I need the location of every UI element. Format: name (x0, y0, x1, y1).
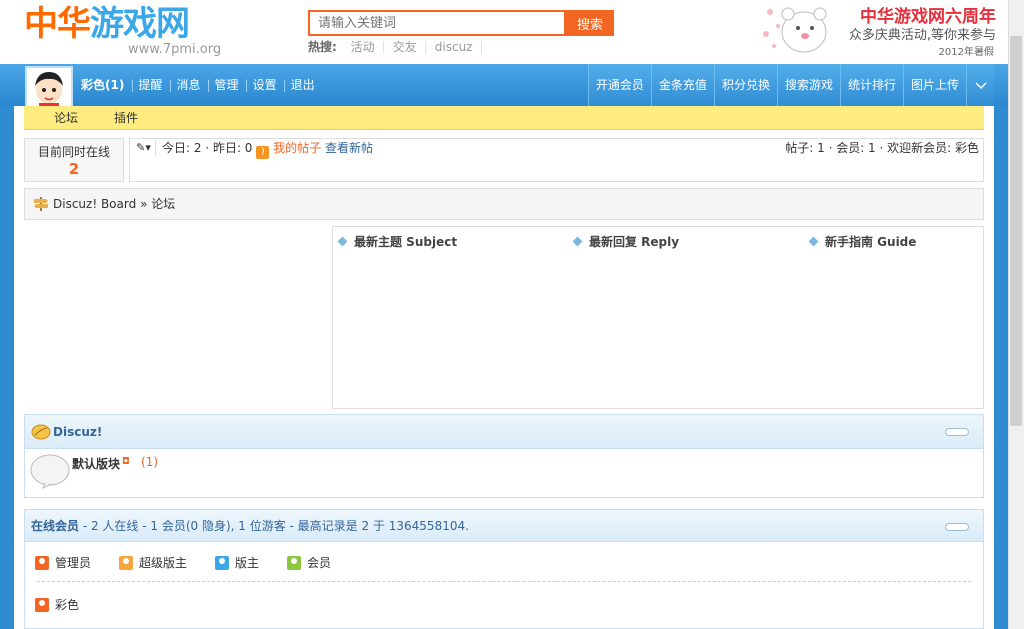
stats-today: 今日: 2 (162, 141, 202, 155)
stats-bar: ✎▾ 今日: 2 · 昨日: 0 ) 我的帖子 查看新帖 帖子: 1 · 会员:… (129, 138, 984, 182)
site-logo[interactable]: 中华游戏网 www.7pmi.org (24, 4, 221, 57)
rss-icon[interactable]: ) (256, 146, 270, 159)
logo-domain: www.7pmi.org (128, 42, 222, 57)
nav-recharge[interactable]: 金条充值 (650, 64, 714, 106)
online-members: 在线会员 - 2 人在线 - 1 会员(0 隐身), 1 位游客 - 最高记录是… (24, 509, 984, 629)
user-menu: 彩色(1) | 提醒 | 消息 | 管理 | 设置 | 退出 (81, 78, 315, 92)
user-icon (287, 555, 302, 570)
logo-part2: 游戏网 (90, 4, 190, 44)
user-icon (35, 597, 49, 612)
nav-links: 开通会员 金条充值 积分兑换 搜索游戏 统计排行 图片上传 (587, 64, 994, 106)
stats-right: 帖子: 1 · 会员: 1 · 欢迎新会员: 彩色 (785, 141, 979, 155)
legend-member: 会员 (287, 554, 331, 571)
site-header: 中华游戏网 www.7pmi.org 搜索 热搜: 活动|交友|discuz| … (0, 0, 1008, 64)
logo-part1: 中华 (24, 4, 91, 44)
collapse-toggle[interactable] (945, 523, 969, 531)
news-panel: 最新主题 Subject 最新回复 Reply 新手指南 Guide (332, 226, 984, 409)
right-gutter (994, 106, 1008, 629)
stats-left: 今日: 2 · 昨日: 0 ) 我的帖子 查看新帖 (162, 141, 373, 159)
chevron-down-icon (974, 81, 987, 89)
forum-category: Discuz! 默认版块 ◘ (1) (24, 414, 984, 498)
user-menu-messages[interactable]: 消息 (176, 78, 200, 92)
anniversary-banner[interactable]: 中华游戏网六周年 众多庆典活动,等你来参与 2012年暑假 (760, 0, 1008, 60)
subnav-plugins[interactable]: 插件 (114, 106, 138, 130)
online-members-header: 在线会员 - 2 人在线 - 1 会员(0 隐身), 1 位游客 - 最高记录是… (25, 510, 983, 542)
online-members-title[interactable]: 在线会员 - 2 人在线 - 1 会员(0 隐身), 1 位游客 - 最高记录是… (31, 510, 469, 542)
user-menu-settings[interactable]: 设置 (253, 78, 277, 92)
main-nav: 彩色(1) | 提醒 | 消息 | 管理 | 设置 | 退出 开通会员 金条充值 积分兑换 搜索游戏… (0, 64, 1008, 110)
new-badge-icon: ◘ (122, 457, 130, 467)
forum-row: 默认版块 ◘ (1) (25, 449, 983, 497)
news-col-reply[interactable]: 最新回复 Reply (572, 233, 679, 250)
edit-icon[interactable]: ✎▾ (132, 140, 156, 156)
diamond-icon (808, 236, 819, 247)
diamond-icon (337, 236, 348, 247)
breadcrumb-root[interactable]: Discuz! Board (53, 197, 136, 211)
hot-item-activity[interactable]: 活动 (351, 40, 375, 54)
nav-ranking[interactable]: 统计排行 (839, 64, 903, 106)
speech-bubble-icon[interactable] (29, 453, 71, 489)
forum-name-link[interactable]: 默认版块 ◘ (72, 455, 130, 472)
left-gutter (0, 106, 14, 629)
my-posts-link[interactable]: 我的帖子 (273, 141, 321, 155)
avatar[interactable] (25, 66, 73, 110)
hot-item-discuz[interactable]: discuz (435, 40, 473, 54)
hot-label: 热搜: (308, 40, 337, 54)
hot-search: 热搜: 活动 | 交友 | discuz | (308, 40, 484, 54)
promo-subtitle: 众多庆典活动,等你来参与 (848, 28, 996, 43)
scrollbar-thumb[interactable] (1010, 36, 1022, 426)
collapse-toggle[interactable] (945, 428, 969, 436)
sub-nav: 论坛 插件 (24, 106, 984, 130)
nav-vip[interactable]: 开通会员 (587, 64, 651, 106)
legend-admin: 管理员 (35, 554, 91, 571)
breadcrumb-current[interactable]: 论坛 (151, 197, 175, 211)
stats-yesterday: 昨日: 0 (212, 141, 253, 155)
leaf-icon (31, 424, 51, 440)
online-label: 目前同时在线 (37, 145, 110, 159)
nav-search-games[interactable]: 搜索游戏 (776, 64, 840, 106)
search-input[interactable] (310, 12, 564, 34)
nav-more-button[interactable] (966, 64, 994, 106)
signpost-icon (34, 197, 48, 211)
user-menu-admin[interactable]: 管理 (215, 78, 239, 92)
forum-post-count: (1) (141, 455, 158, 469)
user-menu-remind[interactable]: 提醒 (138, 78, 162, 92)
new-posts-link[interactable]: 查看新帖 (325, 141, 373, 155)
subnav-forum[interactable]: 论坛 (54, 106, 78, 130)
hot-item-friends[interactable]: 交友 (393, 40, 417, 54)
online-user[interactable]: 彩色 (35, 596, 79, 613)
user-icon (215, 555, 230, 570)
divider (37, 581, 971, 582)
promo-small: 2012年暑假 (938, 47, 994, 58)
forum-category-header: Discuz! (25, 415, 983, 449)
breadcrumb-sep: » (140, 197, 148, 211)
bear-mascot-icon (763, 7, 827, 53)
user-menu-logout[interactable]: 退出 (291, 78, 315, 92)
search-box (308, 10, 566, 36)
nav-upload[interactable]: 图片上传 (902, 64, 966, 106)
online-count-box: 目前同时在线 2 (24, 138, 124, 182)
user-icon (35, 555, 49, 570)
nav-exchange[interactable]: 积分兑换 (713, 64, 777, 106)
online-value: 2 (68, 160, 80, 178)
avatar-face-icon (27, 68, 71, 108)
breadcrumb: Discuz! Board » 论坛 (24, 188, 984, 220)
legend-super-moderator: 超级版主 (119, 554, 187, 571)
forum-category-title[interactable]: Discuz! (53, 415, 102, 449)
news-col-subject[interactable]: 最新主题 Subject (337, 233, 457, 250)
username-link[interactable]: 彩色(1) (81, 78, 124, 92)
member-legend: 管理员 超级版主 版主 会员 (35, 554, 359, 571)
legend-moderator: 版主 (215, 554, 259, 571)
news-col-guide[interactable]: 新手指南 Guide (808, 233, 916, 250)
search-button[interactable]: 搜索 (566, 10, 614, 36)
diamond-icon (572, 236, 583, 247)
user-icon (119, 555, 134, 570)
